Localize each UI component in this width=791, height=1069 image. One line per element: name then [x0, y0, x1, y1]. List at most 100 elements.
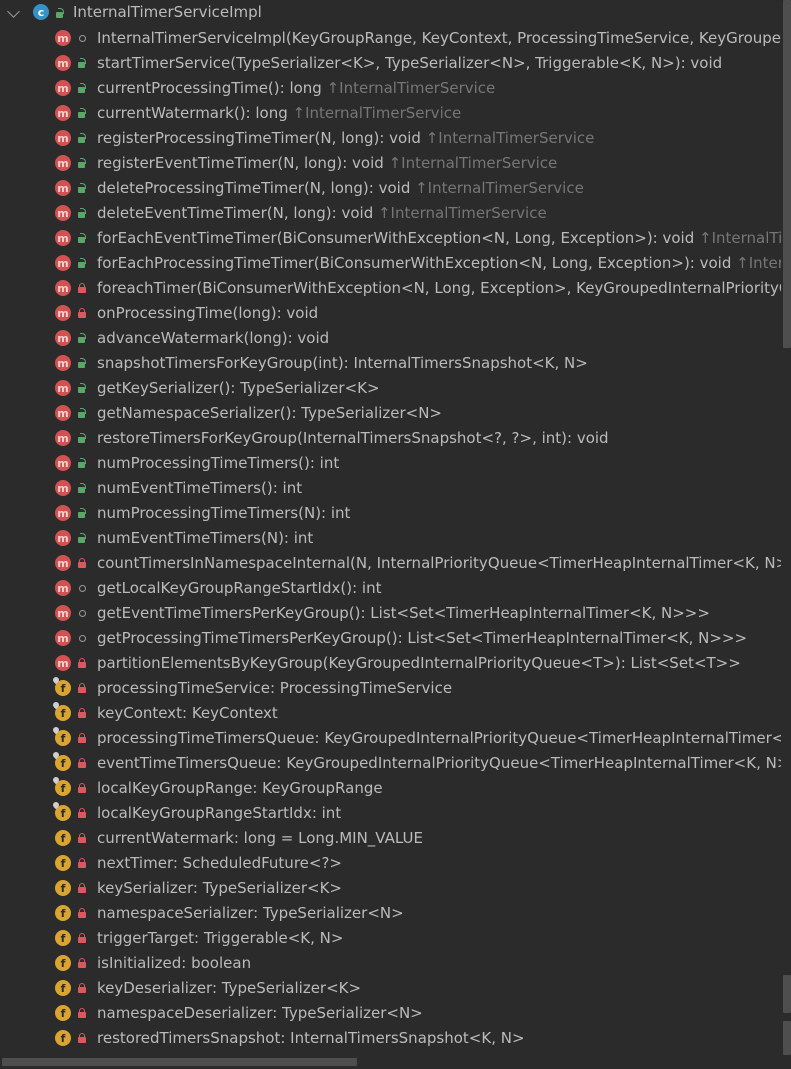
tree-item-method[interactable]: m getEventTimeTimersPerKeyGroup(): List<S… — [0, 601, 781, 626]
signature-text: deleteEventTimeTimer(N, long): void — [97, 204, 378, 222]
tree-item-method[interactable]: m restoreTimersForKeyGroup(InternalTimers… — [0, 426, 781, 451]
member-signature: restoreTimersForKeyGroup(InternalTimersS… — [97, 429, 609, 447]
signature-text: currentWatermark: long = Long.MIN_VALUE — [97, 829, 423, 847]
member-signature: numEventTimeTimers(): int — [97, 479, 302, 497]
tree-item-field[interactable]: f processingTimeTimersQueue: KeyGroupedIn… — [0, 726, 781, 751]
tree-item-method[interactable]: m getLocalKeyGroupRangeStartIdx(): int — [0, 576, 781, 601]
member-signature: getEventTimeTimersPerKeyGroup(): List<Se… — [97, 604, 710, 622]
package-visibility-icon — [77, 608, 87, 618]
method-icon: m — [55, 430, 71, 446]
field-icon: f — [55, 980, 71, 996]
tree-item-method[interactable]: m countTimersInNamespaceInternal(N, Inter… — [0, 551, 781, 576]
signature-text: restoreTimersForKeyGroup(InternalTimersS… — [97, 429, 609, 447]
member-signature: isInitialized: boolean — [97, 954, 251, 972]
tree-item-field[interactable]: f isInitialized: boolean — [0, 951, 781, 976]
tree-item-method[interactable]: m deleteEventTimeTimer(N, long): void ↑In… — [0, 201, 781, 226]
signature-text: keyDeserializer: TypeSerializer<K> — [97, 979, 362, 997]
public-visibility-icon — [77, 333, 87, 343]
horizontal-scrollbar[interactable] — [0, 1055, 781, 1069]
field-icon: f — [55, 930, 71, 946]
tree-item-method[interactable]: m getProcessingTimeTimersPerKeyGroup(): L… — [0, 626, 781, 651]
tree-item-method[interactable]: m snapshotTimersForKeyGroup(int): Interna… — [0, 351, 781, 376]
private-visibility-icon — [77, 733, 87, 743]
tree-item-method[interactable]: m getKeySerializer(): TypeSerializer<K> — [0, 376, 781, 401]
scrollbar-thumb-end[interactable] — [783, 1021, 791, 1055]
signature-text: registerProcessingTimeTimer(N, long): vo… — [97, 129, 426, 147]
signature-text: getLocalKeyGroupRangeStartIdx(): int — [97, 579, 382, 597]
tree-item-field[interactable]: f namespaceDeserializer: TypeSerializer<N… — [0, 1001, 781, 1026]
tree-item-method[interactable]: m numEventTimeTimers(N): int — [0, 526, 781, 551]
member-signature: InternalTimerServiceImpl(KeyGroupRange, … — [97, 29, 781, 47]
signature-text: eventTimeTimersQueue: KeyGroupedInternal… — [97, 754, 781, 772]
method-icon: m — [55, 105, 71, 121]
member-signature: getProcessingTimeTimersPerKeyGroup(): Li… — [97, 629, 747, 647]
package-visibility-icon — [77, 633, 87, 643]
tree-item-method[interactable]: m partitionElementsByKeyGroup(KeyGroupedI… — [0, 651, 781, 676]
tree-item-field[interactable]: f nextTimer: ScheduledFuture<?> — [0, 851, 781, 876]
tree-item-method[interactable]: m forEachProcessingTimeTimer(BiConsumerWi… — [0, 251, 781, 276]
tree-root-class[interactable]: c InternalTimerServiceImpl — [0, 1, 781, 26]
method-icon: m — [55, 155, 71, 171]
inherited-from: ↑InternalTimerService — [388, 154, 558, 172]
method-icon: m — [55, 255, 71, 271]
field-icon: f — [55, 730, 71, 746]
private-visibility-icon — [77, 308, 87, 318]
tree-item-method[interactable]: m advanceWatermark(long): void — [0, 326, 781, 351]
signature-text: foreachTimer(BiConsumerWithException<N, … — [97, 279, 781, 297]
tree-item-field[interactable]: f namespaceSerializer: TypeSerializer<N> — [0, 901, 781, 926]
method-icon: m — [55, 555, 71, 571]
tree-item-method[interactable]: m numProcessingTimeTimers(N): int — [0, 501, 781, 526]
tree-item-method[interactable]: m forEachEventTimeTimer(BiConsumerWithExc… — [0, 226, 781, 251]
tree-item-field[interactable]: f eventTimeTimersQueue: KeyGroupedInterna… — [0, 751, 781, 776]
tree-item-method[interactable]: m foreachTimer(BiConsumerWithException<N,… — [0, 276, 781, 301]
tree-item-field[interactable]: f currentWatermark: long = Long.MIN_VALUE — [0, 826, 781, 851]
tree-item-method[interactable]: m startTimerService(TypeSerializer<K>, Ty… — [0, 51, 781, 76]
vertical-scrollbar[interactable] — [781, 0, 791, 1069]
private-visibility-icon — [77, 658, 87, 668]
member-signature: getKeySerializer(): TypeSerializer<K> — [97, 379, 380, 397]
member-signature: numProcessingTimeTimers(N): int — [97, 504, 350, 522]
tree-item-field[interactable]: f localKeyGroupRange: KeyGroupRange — [0, 776, 781, 801]
tree-item-method[interactable]: m currentProcessingTime(): long ↑Internal… — [0, 76, 781, 101]
tree-item-field[interactable]: f keyContext: KeyContext — [0, 701, 781, 726]
tree-item-method[interactable]: m InternalTimerServiceImpl(KeyGroupRange,… — [0, 26, 781, 51]
tree-item-field[interactable]: f triggerTarget: Triggerable<K, N> — [0, 926, 781, 951]
private-visibility-icon — [77, 958, 87, 968]
tree-item-method[interactable]: m numProcessingTimeTimers(): int — [0, 451, 781, 476]
tree-item-field[interactable]: f keySerializer: TypeSerializer<K> — [0, 876, 781, 901]
tree-item-method[interactable]: m getNamespaceSerializer(): TypeSerialize… — [0, 401, 781, 426]
chevron-down-icon[interactable] — [7, 5, 20, 18]
signature-text: keyContext: KeyContext — [97, 704, 278, 722]
tree-item-method[interactable]: m currentWatermark(): long ↑InternalTimer… — [0, 101, 781, 126]
member-signature: registerEventTimeTimer(N, long): void ↑I… — [97, 154, 557, 172]
method-icon: m — [55, 605, 71, 621]
tree-item-field[interactable]: f restoredTimersSnapshot: InternalTimersS… — [0, 1026, 781, 1051]
member-signature: deleteEventTimeTimer(N, long): void ↑Int… — [97, 204, 547, 222]
field-icon: f — [55, 755, 71, 771]
method-icon: m — [55, 655, 71, 671]
tree-item-method[interactable]: m registerProcessingTimeTimer(N, long): v… — [0, 126, 781, 151]
inherited-from: ↑InternalTi — [736, 254, 781, 272]
scrollbar-thumb[interactable] — [783, 0, 791, 348]
tree-item-field[interactable]: f localKeyGroupRangeStartIdx: int — [0, 801, 781, 826]
field-icon: f — [55, 1030, 71, 1046]
signature-text: advanceWatermark(long): void — [97, 329, 330, 347]
tree-item-method[interactable]: m deleteProcessingTimeTimer(N, long): voi… — [0, 176, 781, 201]
member-signature: restoredTimersSnapshot: InternalTimersSn… — [97, 1029, 525, 1047]
tree-item-field[interactable]: f keyDeserializer: TypeSerializer<K> — [0, 976, 781, 1001]
tree-item-method[interactable]: m onProcessingTime(long): void — [0, 301, 781, 326]
tree-item-method[interactable]: m numEventTimeTimers(): int — [0, 476, 781, 501]
horizontal-scrollbar-thumb[interactable] — [2, 1058, 357, 1066]
scrollbar-thumb-lower[interactable] — [783, 975, 791, 1013]
signature-text: getProcessingTimeTimersPerKeyGroup(): Li… — [97, 629, 748, 647]
member-signature: forEachEventTimeTimer(BiConsumerWithExce… — [97, 229, 781, 247]
method-icon: m — [55, 305, 71, 321]
signature-text: startTimerService(TypeSerializer<K>, Typ… — [97, 54, 723, 72]
public-lock-icon — [55, 8, 65, 18]
method-icon: m — [55, 630, 71, 646]
signature-text: restoredTimersSnapshot: InternalTimersSn… — [97, 1029, 525, 1047]
tree-item-method[interactable]: m registerEventTimeTimer(N, long): void ↑… — [0, 151, 781, 176]
tree-item-field[interactable]: f processingTimeService: ProcessingTimeSe… — [0, 676, 781, 701]
method-icon: m — [55, 130, 71, 146]
signature-text: numEventTimeTimers(): int — [97, 479, 303, 497]
